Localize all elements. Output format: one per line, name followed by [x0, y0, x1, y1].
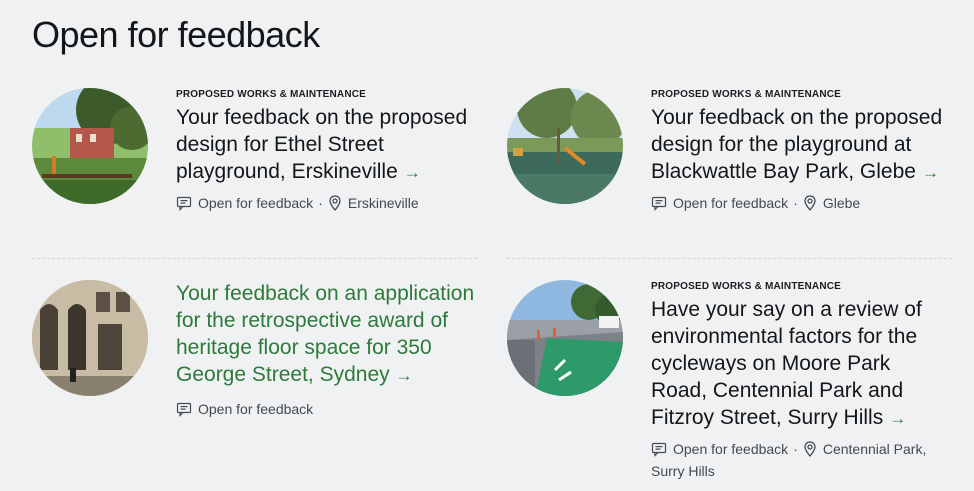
page-title: Open for feedback	[32, 14, 320, 55]
card-status: Open for feedback	[198, 401, 314, 417]
card-status: Open for feedback	[673, 441, 789, 457]
location-pin-icon	[803, 195, 817, 216]
card-meta: Open for feedback	[176, 400, 476, 422]
arrow-right-icon: →	[889, 409, 907, 428]
card-meta: Open for feedback · Glebe	[651, 194, 951, 216]
feedback-card: Proposed works & maintenance Your feedba…	[32, 88, 477, 248]
card-divider	[32, 258, 477, 259]
location-pin-icon	[328, 195, 342, 216]
feedback-card: Proposed works & maintenance Have your s…	[507, 280, 952, 480]
card-divider	[507, 258, 952, 259]
card-title-link[interactable]: Your feedback on an application for the …	[176, 280, 476, 389]
card-meta: Open for feedback · Centennial Park, Surr…	[651, 440, 951, 481]
card-status: Open for feedback	[198, 195, 314, 211]
meta-separator: ·	[793, 441, 798, 457]
comment-icon	[651, 441, 667, 462]
card-title-link[interactable]: Have your say on a review of environment…	[651, 296, 951, 432]
card-location: Erskineville	[347, 195, 419, 211]
card-image-blackwattle-bay-playground[interactable]	[507, 88, 623, 204]
card-category: Proposed works & maintenance	[651, 89, 842, 100]
comment-icon	[176, 195, 192, 216]
card-title-link[interactable]: Your feedback on the proposed design for…	[176, 104, 476, 186]
card-title: Your feedback on the proposed design for…	[176, 106, 468, 183]
comment-icon	[651, 195, 667, 216]
card-title-link[interactable]: Your feedback on the proposed design for…	[651, 104, 951, 186]
feedback-card: Your feedback on an application for the …	[32, 280, 477, 450]
arrow-right-icon: →	[403, 163, 421, 182]
meta-separator: ·	[793, 195, 798, 211]
card-meta: Open for feedback · Erskineville	[176, 194, 476, 216]
arrow-right-icon: →	[921, 163, 939, 182]
location-pin-icon	[803, 441, 817, 462]
card-title: Have your say on a review of environment…	[651, 298, 922, 429]
card-category: Proposed works & maintenance	[176, 89, 367, 100]
card-image-ethel-street-playground[interactable]	[32, 88, 148, 204]
arrow-right-icon: →	[395, 366, 413, 385]
card-status: Open for feedback	[673, 195, 789, 211]
feedback-card: Proposed works & maintenance Your feedba…	[507, 88, 952, 248]
card-category: Proposed works & maintenance	[651, 281, 842, 292]
card-title: Your feedback on an application for the …	[176, 282, 475, 386]
card-location: Glebe	[822, 195, 861, 211]
card-image-moore-park-cycleway[interactable]	[507, 280, 623, 396]
card-title: Your feedback on the proposed design for…	[651, 106, 943, 183]
card-image-350-george-street[interactable]	[32, 280, 148, 396]
comment-icon	[176, 401, 192, 422]
meta-separator: ·	[318, 195, 323, 211]
